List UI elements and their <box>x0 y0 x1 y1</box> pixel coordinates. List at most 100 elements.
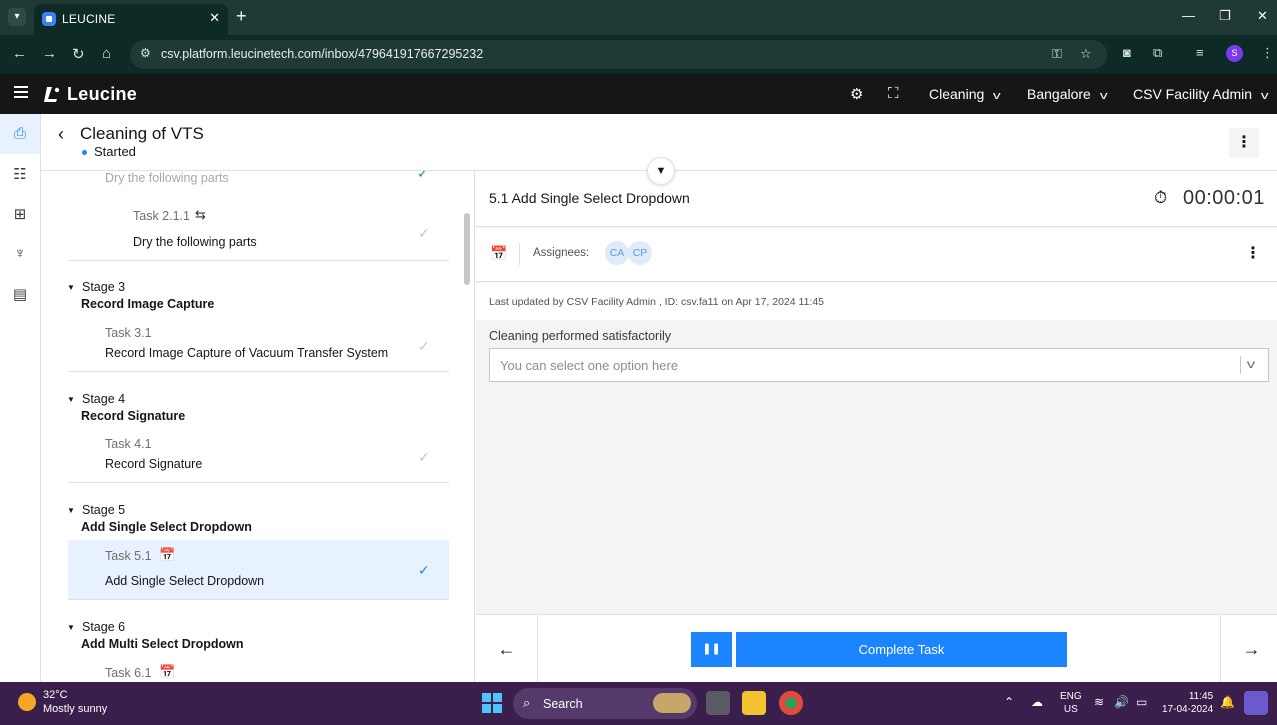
site-info-icon[interactable]: ⚙ <box>140 46 151 60</box>
task-item-3-1[interactable]: Task 3.1 Record Image Capture of Vacuum … <box>68 316 449 372</box>
assignee-avatar[interactable]: CA <box>605 241 629 265</box>
user-dropdown[interactable]: CSV Facility Admin v <box>1133 86 1269 102</box>
checklist-icon[interactable]: ☷ <box>11 165 29 183</box>
select-divider <box>1240 356 1241 374</box>
system-clock[interactable]: 11:45 17-04-2024 <box>1162 690 1213 716</box>
favicon-icon <box>42 12 56 26</box>
battery-icon[interactable]: ▭ <box>1136 695 1147 709</box>
settings-gear-icon[interactable]: ⚙ <box>850 85 863 103</box>
scan-icon[interactable]: ⛶ <box>888 85 899 102</box>
browser-menu-icon[interactable]: ⋮ <box>1261 45 1274 61</box>
browser-tabbar: ▾ LEUCINE ✕ + — ❐ ✕ <box>0 0 1277 35</box>
language-indicator[interactable]: ENG US <box>1060 690 1082 716</box>
collapse-header-chevron-icon[interactable]: ▼ <box>647 157 675 185</box>
leucine-logo-icon <box>44 87 60 102</box>
stage-name: Record Image Capture <box>81 297 215 311</box>
wifi-icon[interactable]: ≋ <box>1094 695 1104 709</box>
home-icon[interactable]: ⌂ <box>102 45 111 62</box>
complete-task-button[interactable]: Complete Task <box>736 632 1067 667</box>
stopwatch-icon: ⏱ <box>1154 188 1168 207</box>
task-number: Task 4.1 <box>105 437 152 451</box>
weather-sun-icon[interactable] <box>18 693 36 711</box>
check-icon: ✓ <box>418 338 430 354</box>
task-more-options-icon[interactable]: ⋮ <box>1238 239 1268 269</box>
taskbar-search[interactable]: ⌕ Search <box>513 688 697 719</box>
task-title: 5.1 Add Single Select Dropdown <box>489 190 690 206</box>
last-updated-text: Last updated by CSV Facility Admin , ID:… <box>489 296 825 308</box>
stage-name: Add Multi Select Dropdown <box>81 637 244 651</box>
task-item-5-1[interactable]: Task 5.1 📅 Add Single Select Dropdown ✓ <box>68 540 449 600</box>
stage-number: Stage 6 <box>82 620 126 634</box>
task-view-icon[interactable] <box>706 691 730 715</box>
camera-extension-icon[interactable]: ◙ <box>1123 45 1131 60</box>
single-select-dropdown[interactable]: You can select one option here v <box>489 348 1269 382</box>
password-key-icon[interactable]: ⚿ <box>1052 46 1062 62</box>
job-title: Cleaning of VTS <box>80 124 204 143</box>
restore-icon[interactable]: ❐ <box>1219 8 1231 24</box>
notification-bell-icon[interactable]: 🔔 <box>1220 695 1235 709</box>
profile-avatar[interactable]: S <box>1226 45 1243 62</box>
close-tab-icon[interactable]: ✕ <box>209 10 220 26</box>
tab-search-icon[interactable]: ▾ <box>8 8 26 26</box>
pause-task-button[interactable]: ❚❚ <box>691 632 732 667</box>
new-tab-icon[interactable]: + <box>236 6 247 27</box>
process-icon[interactable]: ⊞ <box>11 205 29 223</box>
reload-icon[interactable]: ↻ <box>72 45 85 63</box>
use-case-label: Cleaning <box>929 86 985 102</box>
browser-tab[interactable]: LEUCINE ✕ <box>34 4 228 35</box>
task-item-2-1-1[interactable]: Task 2.1.1 ⇆ Dry the following parts ✓ <box>68 199 449 261</box>
select-placeholder: You can select one option here <box>500 358 679 373</box>
schedule-calendar-icon[interactable]: 📅 <box>490 245 507 262</box>
caret-down-icon: ▼ <box>67 506 75 515</box>
bookmark-star-icon[interactable]: ☆ <box>1080 46 1092 62</box>
facility-label: Bangalore <box>1027 86 1091 102</box>
clock-date: 17-04-2024 <box>1162 704 1214 715</box>
close-window-icon[interactable]: ✕ <box>1257 8 1268 24</box>
forward-icon[interactable]: → <box>42 45 57 62</box>
windows-start-icon[interactable] <box>482 693 502 713</box>
calendar-clock-icon: 📅 <box>159 664 176 679</box>
file-explorer-icon[interactable] <box>742 691 766 715</box>
weather-condition[interactable]: Mostly sunny <box>43 703 107 715</box>
stage-number: Stage 5 <box>82 503 126 517</box>
stage-name: Add Single Select Dropdown <box>81 520 252 534</box>
copilot-icon[interactable] <box>1244 691 1268 715</box>
task-timer: 00:00:01 <box>1183 187 1265 209</box>
minimize-icon[interactable]: — <box>1182 8 1195 23</box>
task-panel: 5.1 Add Single Select Dropdown ⏱ 00:00:0… <box>476 171 1277 614</box>
onedrive-cloud-icon[interactable]: ☁ <box>1031 695 1043 709</box>
volume-icon[interactable]: 🔊 <box>1114 695 1129 709</box>
chrome-icon[interactable] <box>779 691 803 715</box>
address-bar[interactable]: ⚙ csv.platform.leucinetech.com/inbox/479… <box>130 40 1107 69</box>
show-hidden-icons-icon[interactable]: ⌃ <box>1004 695 1014 709</box>
job-more-options-icon[interactable]: ⋮ <box>1229 128 1259 158</box>
assignee-avatar[interactable]: CP <box>628 241 652 265</box>
chevron-down-icon[interactable]: v <box>1247 357 1255 371</box>
back-icon[interactable]: ← <box>12 45 27 62</box>
check-icon: ✓ <box>418 562 430 578</box>
task-panel-header: 5.1 Add Single Select Dropdown ⏱ 00:00:0… <box>476 171 1277 227</box>
task-name: Record Signature <box>105 457 203 471</box>
task-number: Task 2.1.1 <box>133 209 190 223</box>
back-arrow-icon[interactable]: ‹ <box>58 124 64 145</box>
facility-dropdown[interactable]: Bangalore v <box>1027 86 1107 102</box>
chevron-down-icon: v <box>1260 90 1269 102</box>
inbox-icon[interactable]: ⎙ <box>11 125 29 143</box>
hierarchy-icon[interactable]: ♆ <box>11 245 29 263</box>
task-item-4-1[interactable]: Task 4.1 Record Signature ✓ <box>68 427 449 483</box>
chevron-down-icon: v <box>993 90 1001 102</box>
next-task-arrow-icon[interactable]: → <box>1220 615 1277 683</box>
calculator-icon[interactable]: ▤ <box>11 285 29 303</box>
media-icon[interactable]: ≡ <box>1196 45 1204 60</box>
job-status: Started <box>94 144 136 159</box>
previous-task-arrow-icon[interactable]: ← <box>476 615 538 683</box>
task-list-scrollbar[interactable] <box>464 213 470 285</box>
caret-down-icon: ▼ <box>67 623 75 632</box>
task-item-6-1[interactable]: Task 6.1 📅 <box>68 656 449 682</box>
extensions-icon[interactable]: ⧉ <box>1153 45 1162 61</box>
use-case-dropdown[interactable]: Cleaning v <box>929 86 1001 102</box>
search-label: Search <box>543 697 583 711</box>
weather-temperature[interactable]: 32°C <box>43 689 68 701</box>
hamburger-menu-icon[interactable] <box>14 86 28 98</box>
url-text[interactable]: csv.platform.leucinetech.com/inbox/47964… <box>161 47 483 61</box>
